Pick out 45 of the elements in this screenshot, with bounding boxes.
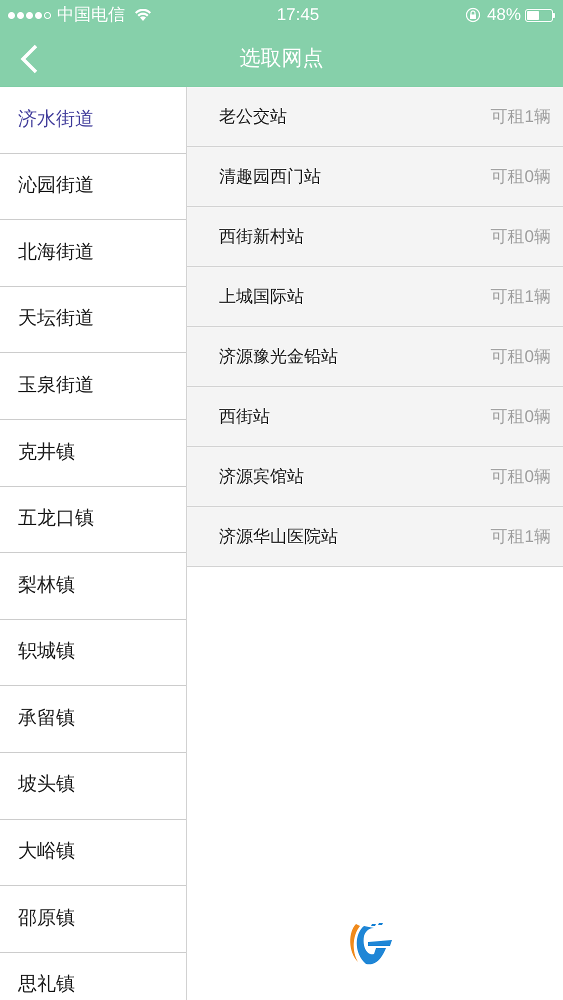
station-row[interactable]: 西街新村站 可租0辆 [187, 207, 563, 267]
district-item[interactable]: 济水街道 [0, 87, 186, 154]
district-item[interactable]: 坡头镇 [0, 752, 186, 820]
district-item[interactable]: 北海街道 [0, 220, 186, 287]
district-item[interactable]: 承留镇 [0, 686, 186, 753]
availability-count: 可租0辆 [490, 346, 551, 368]
rotation-lock-icon [464, 7, 481, 23]
station-row[interactable]: 清趣园西门站 可租0辆 [187, 147, 563, 207]
station-row[interactable]: 济源豫光金铅站 可租0辆 [187, 327, 563, 387]
district-item[interactable]: 大峪镇 [0, 820, 186, 886]
station-name: 西街站 [219, 406, 271, 428]
page-title: 选取网点 [240, 46, 324, 72]
availability-count: 可租1辆 [490, 526, 551, 548]
carrier-name: 中国电信 [57, 4, 125, 26]
availability-count: 可租0辆 [490, 466, 551, 488]
availability-count: 可租1辆 [490, 106, 551, 128]
district-item[interactable]: 邵原镇 [0, 886, 186, 953]
clock-time: 17:45 [276, 4, 320, 26]
station-name: 上城国际站 [219, 286, 305, 308]
district-item[interactable]: 思礼镇 [0, 952, 186, 1000]
station-name: 济源华山医院站 [219, 526, 339, 548]
station-name: 西街新村站 [219, 226, 305, 248]
station-name: 老公交站 [219, 106, 288, 128]
availability-count: 可租0辆 [490, 166, 551, 188]
station-row[interactable]: 西街站 可租0辆 [187, 387, 563, 447]
district-item[interactable]: 克井镇 [0, 420, 186, 487]
wifi-icon [135, 9, 151, 21]
district-item[interactable]: 轵城镇 [0, 620, 186, 686]
availability-count: 可租1辆 [490, 286, 551, 308]
battery-icon [525, 8, 555, 22]
station-row[interactable]: 上城国际站 可租1辆 [187, 267, 563, 327]
station-row[interactable]: 济源宾馆站 可租0辆 [187, 447, 563, 507]
station-name: 济源豫光金铅站 [219, 346, 339, 368]
station-row[interactable]: 老公交站 可租1辆 [187, 87, 563, 147]
station-row[interactable]: 济源华山医院站 可租1辆 [187, 507, 563, 567]
availability-count: 可租0辆 [490, 226, 551, 248]
battery-percentage: 48% [486, 4, 521, 26]
district-item[interactable]: 五龙口镇 [0, 486, 186, 554]
district-item[interactable]: 梨林镇 [0, 553, 186, 620]
station-name: 济源宾馆站 [219, 466, 305, 488]
district-item[interactable]: 玉泉街道 [0, 353, 186, 420]
station-name: 清趣园西门站 [219, 166, 322, 188]
availability-count: 可租0辆 [490, 406, 551, 428]
district-item[interactable]: 天坛街道 [0, 286, 186, 354]
district-item[interactable]: 沁园街道 [0, 154, 186, 220]
